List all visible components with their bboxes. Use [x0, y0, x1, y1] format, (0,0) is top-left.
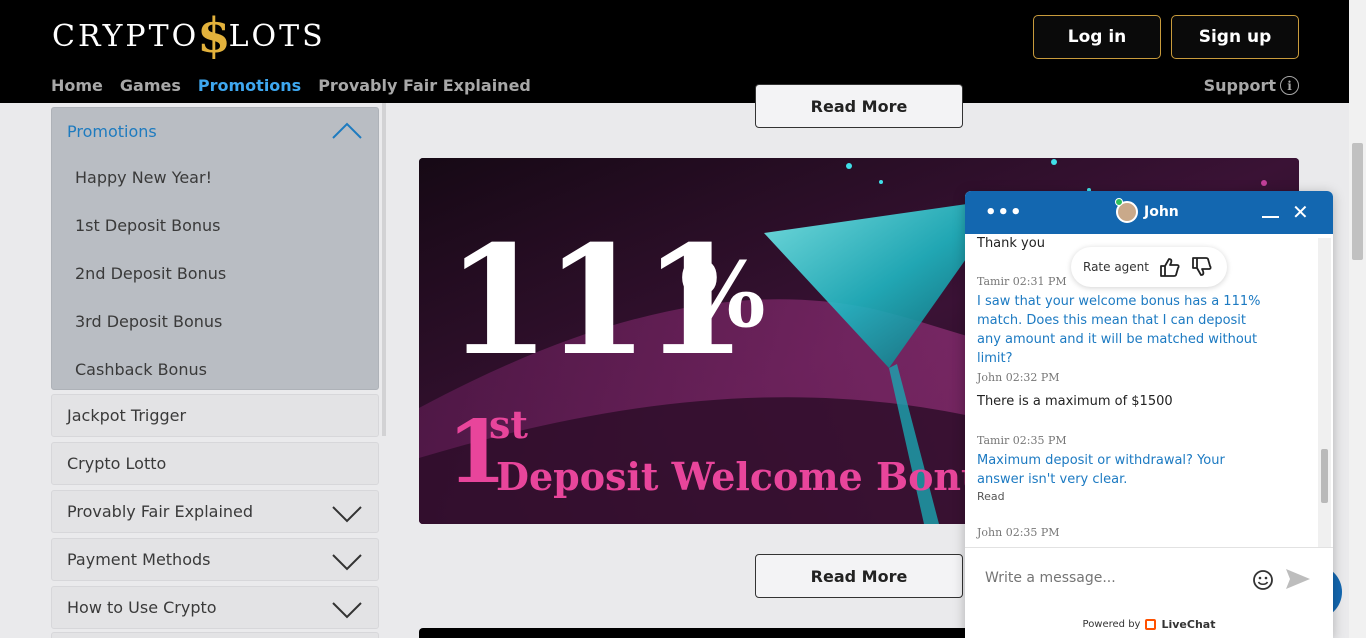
sidebar-item-label: Crypto Lotto	[67, 454, 167, 473]
close-icon[interactable]: ✕	[1292, 202, 1309, 222]
page-scrollbar[interactable]	[1349, 0, 1366, 638]
more-dots-icon[interactable]: •••	[985, 202, 1023, 223]
banner-percent-sign: %	[680, 242, 766, 348]
main-nav: Home Games Promotions Provably Fair Expl…	[51, 76, 538, 95]
sidebar-item-1st-deposit[interactable]: 1st Deposit Bonus	[75, 216, 221, 235]
online-status-icon	[1115, 198, 1123, 206]
logo-dollar: $	[197, 8, 231, 64]
sidebar-item-cashback[interactable]: Cashback Bonus	[75, 360, 207, 379]
message-meta: John 02:35 PM	[977, 526, 1060, 539]
logo-text-right: LOTS	[228, 18, 326, 54]
message-meta: Tamir 02:35 PM	[977, 434, 1067, 447]
sidebar-section-promotions: Promotions Happy New Year! 1st Deposit B…	[51, 107, 379, 390]
signup-button[interactable]: Sign up	[1171, 15, 1299, 59]
sidebar-item-crypto-lotto[interactable]: Crypto Lotto	[51, 442, 379, 485]
chevron-down-icon	[332, 602, 362, 619]
nav-provably-fair[interactable]: Provably Fair Explained	[318, 76, 538, 95]
chevron-down-icon	[332, 506, 362, 523]
sidebar-item-3rd-deposit[interactable]: 3rd Deposit Bonus	[75, 312, 222, 331]
sidebar-item-2nd-deposit[interactable]: 2nd Deposit Bonus	[75, 264, 226, 283]
sidebar-item-happy-new-year[interactable]: Happy New Year!	[75, 168, 212, 187]
login-button[interactable]: Log in	[1033, 15, 1161, 59]
sidebar-item-label: Jackpot Trigger	[67, 406, 187, 425]
livechat-brand: LiveChat	[1161, 618, 1216, 631]
sidebar-item-how-to-use-crypto[interactable]: How to Use Crypto	[51, 586, 379, 629]
chat-message: Maximum deposit or withdrawal? Your answ…	[977, 453, 1225, 487]
minimize-icon[interactable]	[1262, 216, 1279, 218]
livechat-logo-icon	[1145, 619, 1157, 630]
chat-message: There is a maximum of $1500	[977, 394, 1173, 409]
banner-subtitle: Deposit Welcome Bonu	[496, 454, 989, 499]
agent-name: John	[1144, 204, 1179, 220]
sidebar-promotions-title[interactable]: Promotions	[67, 122, 157, 141]
sidebar-item-label: Provably Fair Explained	[67, 502, 254, 521]
sidebar-item-label: Payment Methods	[67, 550, 211, 569]
powered-by-label: Powered by	[1082, 619, 1141, 630]
livechat-widget: ••• John ✕ Thank you Rate agent Tamir 02…	[965, 191, 1333, 638]
logo-text-left: CRYPTO	[52, 18, 200, 54]
chat-header: ••• John ✕	[965, 191, 1333, 234]
chat-message: I saw that your welcome bonus has a 111%…	[977, 294, 1261, 366]
chevron-up-icon[interactable]	[332, 122, 362, 140]
cryptoslots-logo[interactable]: CRYPTO $ LOTS	[52, 10, 326, 62]
read-status: Read	[977, 490, 1005, 503]
message-meta: John 02:32 PM	[977, 371, 1060, 384]
message-input[interactable]	[985, 570, 1225, 586]
chat-composer	[965, 547, 1333, 611]
sidebar-scrollbar[interactable]	[382, 103, 386, 436]
support-link[interactable]: Support i	[1204, 76, 1299, 95]
sidebar-item-jackpot-trigger[interactable]: Jackpot Trigger	[51, 394, 379, 437]
emoji-icon[interactable]	[1252, 569, 1274, 591]
thumbs-up-icon[interactable]	[1159, 257, 1181, 277]
send-icon[interactable]	[1285, 568, 1311, 590]
nav-games[interactable]: Games	[120, 76, 188, 95]
sidebar-item-next[interactable]	[51, 632, 379, 638]
chat-scrollbar-thumb[interactable]	[1321, 449, 1328, 503]
support-label: Support	[1203, 76, 1276, 95]
info-icon: i	[1280, 76, 1299, 95]
rate-agent-label: Rate agent	[1083, 260, 1149, 274]
site-header: CRYPTO $ LOTS Log in Sign up Home Games …	[0, 0, 1349, 103]
sidebar-item-label: How to Use Crypto	[67, 598, 217, 617]
thumbs-down-icon[interactable]	[1191, 257, 1213, 277]
nav-promotions[interactable]: Promotions	[198, 76, 308, 95]
page-scrollbar-thumb[interactable]	[1352, 143, 1363, 260]
sidebar-item-provably-fair[interactable]: Provably Fair Explained	[51, 490, 379, 533]
chevron-down-icon	[332, 554, 362, 571]
read-more-button[interactable]: Read More	[755, 84, 963, 128]
chat-messages: Thank you Rate agent Tamir 02:31 PM I sa…	[965, 234, 1320, 547]
nav-home[interactable]: Home	[51, 76, 110, 95]
message-meta: Tamir 02:31 PM	[977, 275, 1067, 288]
banner-st: st	[489, 402, 528, 447]
rate-agent-pill: Rate agent	[1071, 247, 1227, 287]
read-more-button[interactable]: Read More	[755, 554, 963, 598]
sidebar-item-payment-methods[interactable]: Payment Methods	[51, 538, 379, 581]
powered-by[interactable]: Powered by LiveChat	[965, 611, 1333, 638]
